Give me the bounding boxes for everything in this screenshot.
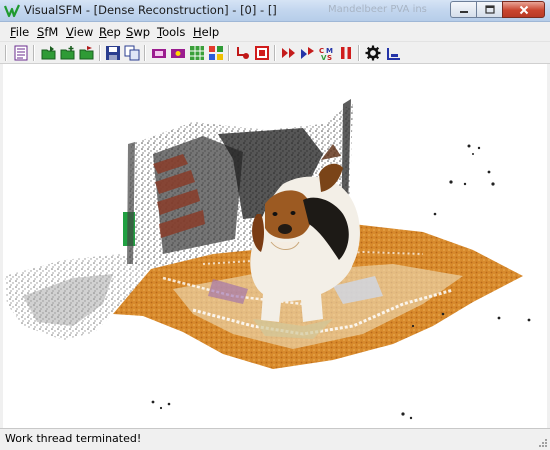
- toolbar: CMVS: [0, 42, 550, 64]
- toolbar-separator: [358, 45, 360, 61]
- cancel-task-icon[interactable]: [254, 45, 270, 61]
- point-cloud-viewport[interactable]: [3, 64, 547, 428]
- log-window-icon[interactable]: [13, 45, 29, 61]
- toolbar-separator: [274, 45, 276, 61]
- open-folder-add-icon[interactable]: [60, 45, 76, 61]
- view-thumbnails-icon[interactable]: [208, 45, 224, 61]
- toolbar-separator: [33, 45, 35, 61]
- pause-icon[interactable]: [338, 45, 354, 61]
- window-controls: [450, 1, 545, 19]
- svg-text:S: S: [327, 54, 332, 61]
- visualsfm-logo-icon: [4, 4, 20, 18]
- status-bar: Work thread terminated!: [0, 428, 550, 450]
- maximize-button[interactable]: [476, 1, 502, 18]
- maximize-icon: [484, 5, 495, 14]
- resize-grip-icon[interactable]: [538, 438, 548, 448]
- toolbar-separator: [99, 45, 101, 61]
- close-button[interactable]: [502, 1, 545, 18]
- dense-point-cloud-render: [5, 99, 531, 420]
- menu-tools[interactable]: Tools: [157, 25, 185, 39]
- view-cameras-icon[interactable]: [151, 45, 167, 61]
- show-points-icon[interactable]: [386, 45, 402, 61]
- minimize-button[interactable]: [450, 1, 476, 18]
- copy-icon[interactable]: [124, 45, 140, 61]
- toolbar-separator: [228, 45, 230, 61]
- minimize-icon: [459, 10, 468, 13]
- menu-bar: File SfM View Rep Swp Tools Help: [0, 22, 550, 42]
- save-icon[interactable]: [105, 45, 121, 61]
- menu-file[interactable]: File: [10, 25, 29, 39]
- menu-rep[interactable]: Rep: [99, 25, 121, 39]
- title-bar[interactable]: VisualSFM - [Dense Reconstruction] - [0]…: [0, 0, 550, 22]
- menu-help[interactable]: Help: [193, 25, 219, 39]
- view-features-icon[interactable]: [170, 45, 186, 61]
- toolbar-separator: [5, 45, 7, 61]
- settings-gear-icon[interactable]: [365, 45, 381, 61]
- window-title: VisualSFM - [Dense Reconstruction] - [0]…: [24, 3, 277, 17]
- open-folder-match-icon[interactable]: [79, 45, 95, 61]
- background-window-title: Mandelbeer PVA ins: [328, 4, 427, 15]
- bundle-adjustment-icon[interactable]: CMVS: [319, 45, 335, 61]
- open-folder-icon[interactable]: [41, 45, 57, 61]
- menu-sfm[interactable]: SfM: [37, 25, 58, 39]
- status-message: Work thread terminated!: [5, 432, 142, 445]
- sparse-reconstruction-icon[interactable]: [281, 45, 297, 61]
- dense-reconstruction-icon[interactable]: [300, 45, 316, 61]
- menu-view[interactable]: View: [66, 25, 93, 39]
- menu-swp[interactable]: Swp: [126, 25, 150, 39]
- compute-matches-icon[interactable]: [235, 45, 251, 61]
- view-match-matrix-icon[interactable]: [189, 45, 205, 61]
- close-icon: [519, 5, 528, 14]
- toolbar-separator: [144, 45, 146, 61]
